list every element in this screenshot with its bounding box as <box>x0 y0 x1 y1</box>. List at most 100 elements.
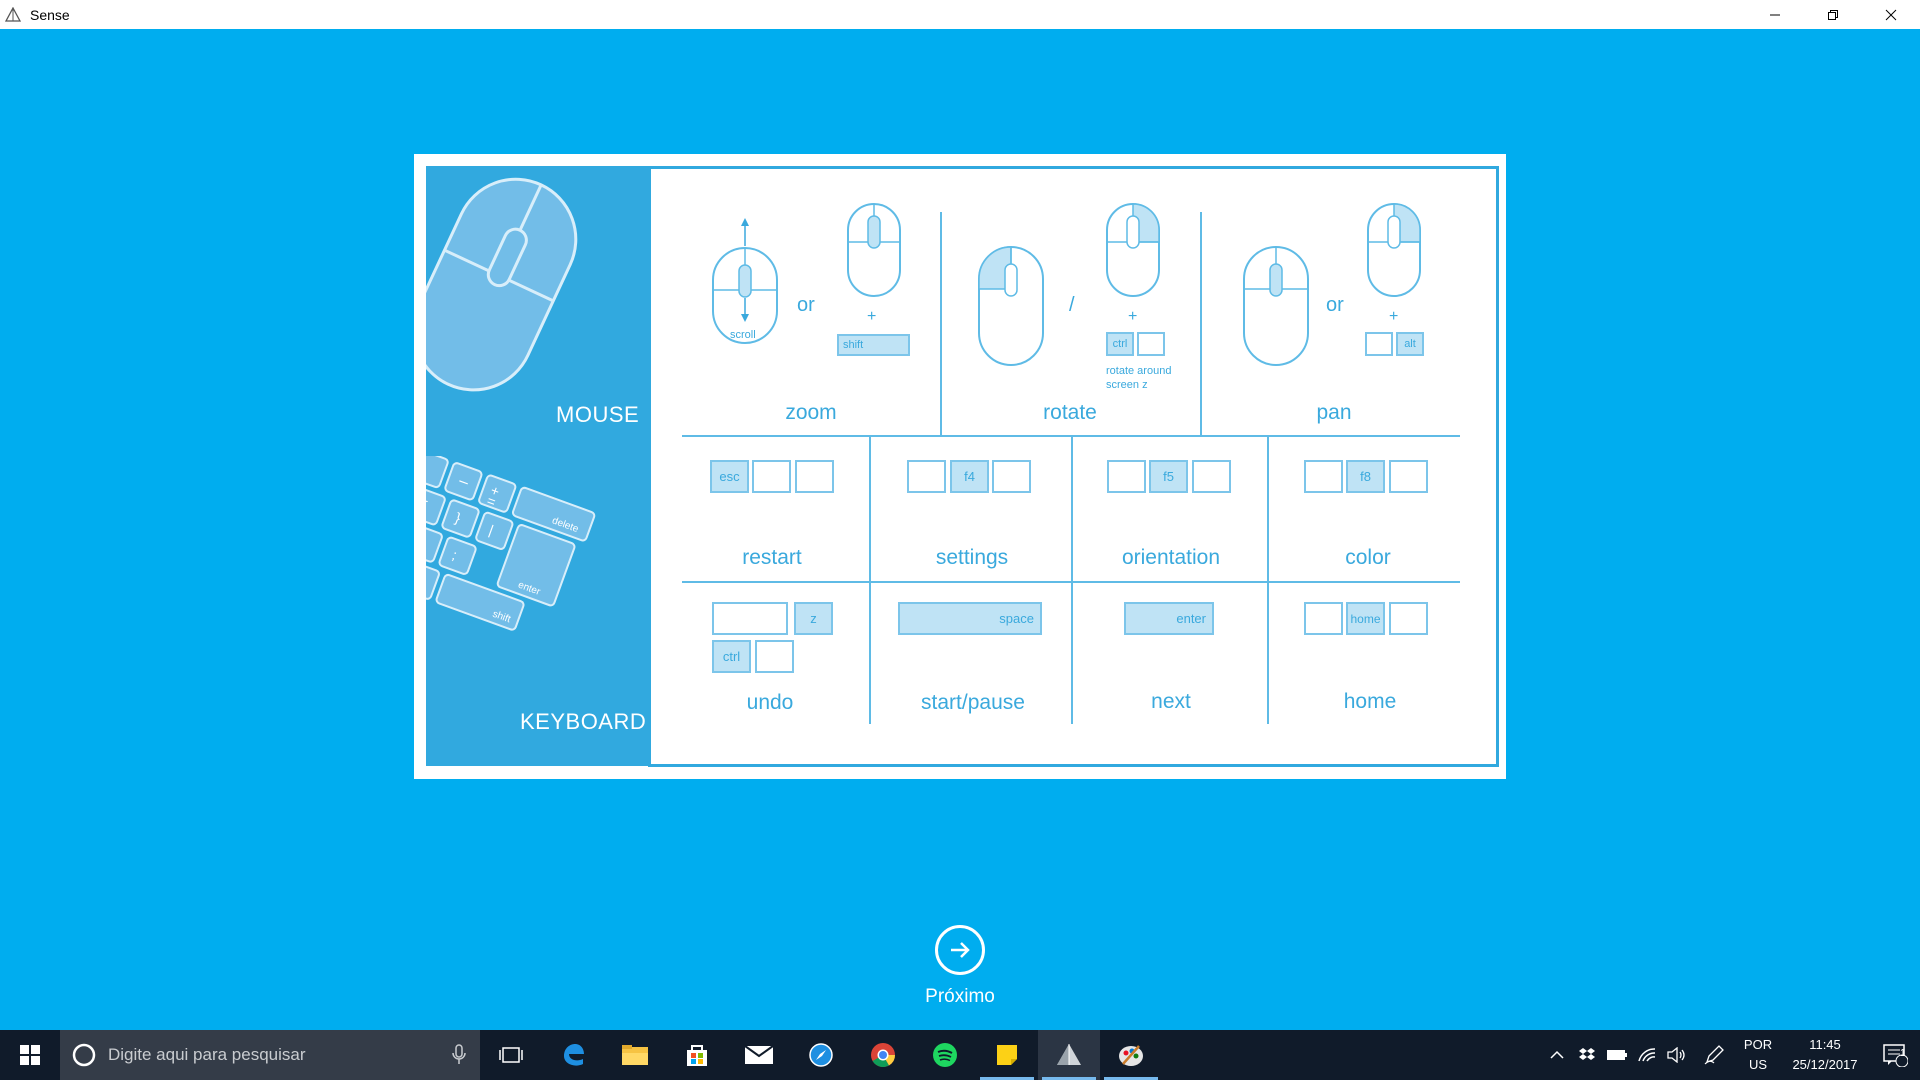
volume-tray[interactable] <box>1662 1030 1692 1080</box>
keyboard-layout: US <box>1748 1057 1768 1072</box>
esc-key: esc <box>710 460 749 493</box>
settings-label: settings <box>935 546 1009 569</box>
enter-key: enter <box>1124 602 1214 635</box>
close-icon <box>1885 9 1897 20</box>
chrome-icon <box>871 1043 895 1068</box>
system-tray: POR US 11:45 25/12/2017 1 <box>1542 1030 1920 1080</box>
start-pause-label: start/pause <box>921 691 1025 714</box>
rotate-plus-text: + <box>1128 308 1138 325</box>
sticky-notes-button[interactable] <box>976 1030 1038 1080</box>
spotify-button[interactable] <box>914 1030 976 1080</box>
sense-taskbar-button[interactable] <box>1038 1030 1100 1080</box>
blank-key <box>1192 460 1231 493</box>
minimize-icon <box>1770 14 1780 15</box>
rotate-separator: / <box>1069 294 1075 316</box>
orientation-label: orientation <box>1121 546 1221 569</box>
blank-key <box>752 460 791 493</box>
browser-button[interactable] <box>790 1030 852 1080</box>
pen-tray[interactable] <box>1692 1030 1736 1080</box>
pan-right-mouse-icon <box>1367 203 1421 297</box>
paint-button[interactable] <box>1100 1030 1162 1080</box>
volume-icon <box>1667 1047 1685 1063</box>
pen-icon <box>1704 1045 1724 1065</box>
edge-button[interactable] <box>542 1030 604 1080</box>
search-placeholder: Digite aqui para pesquisar <box>108 1045 306 1064</box>
language-code: POR <box>1743 1037 1773 1052</box>
pan-label: pan <box>1316 401 1352 424</box>
home-label: home <box>1343 690 1397 713</box>
battery-icon <box>1607 1050 1627 1060</box>
minimize-button[interactable] <box>1746 0 1804 29</box>
sense-app-icon <box>1057 1044 1081 1065</box>
start-button[interactable] <box>0 1030 60 1080</box>
zoom-or-text: or <box>797 294 815 316</box>
spotify-icon <box>933 1043 957 1067</box>
home-key: home <box>1346 602 1385 635</box>
edge-icon <box>564 1044 584 1066</box>
taskbar-search[interactable]: Digite aqui para pesquisar <box>60 1030 480 1080</box>
store-icon <box>687 1045 707 1066</box>
color-label: color <box>1345 546 1391 569</box>
task-view-button[interactable] <box>480 1030 542 1080</box>
clock-time: 11:45 <box>1809 1037 1841 1052</box>
zoom-middle-mouse-icon <box>847 203 901 297</box>
chevron-up-icon <box>1550 1050 1564 1059</box>
f4-key: f4 <box>950 460 989 493</box>
ctrl-key-undo: ctrl <box>712 640 751 673</box>
next-button[interactable] <box>935 925 985 975</box>
close-button[interactable] <box>1862 0 1920 29</box>
z-key: z <box>794 602 833 635</box>
restore-icon <box>1828 9 1838 20</box>
clock[interactable]: 11:45 25/12/2017 <box>1780 1035 1870 1075</box>
title-bar: Sense <box>0 0 1920 29</box>
blank-key <box>1389 602 1428 635</box>
blank-key <box>795 460 834 493</box>
wifi-icon <box>1638 1048 1656 1062</box>
blank-key <box>1107 460 1146 493</box>
show-hidden-icons-button[interactable] <box>1542 1030 1572 1080</box>
mail-button[interactable] <box>728 1030 790 1080</box>
next-label: next <box>1151 690 1191 713</box>
blank-key <box>755 640 794 673</box>
notification-count: 1 <box>1900 1048 1906 1059</box>
ctrl-key-rotate: ctrl <box>1106 332 1134 356</box>
chrome-button[interactable] <box>852 1030 914 1080</box>
action-center-button[interactable]: 1 <box>1870 1030 1920 1080</box>
restore-button[interactable] <box>1804 0 1862 29</box>
controls-card: MOUSE – + = delete { } | enter <box>414 154 1506 779</box>
rotate-right-mouse-icon <box>1106 203 1160 297</box>
shift-key: shift <box>837 334 910 356</box>
compass-icon <box>809 1043 833 1067</box>
clock-date: 25/12/2017 <box>1792 1057 1858 1072</box>
pan-plus-text: + <box>1389 308 1399 325</box>
rotate-label: rotate <box>1043 401 1097 424</box>
taskbar: Digite aqui para pesquisar POR US 11:45 … <box>0 1030 1920 1080</box>
blank-key <box>907 460 946 493</box>
f8-key: f8 <box>1346 460 1385 493</box>
sense-app-icon <box>2 4 24 26</box>
blank-key <box>1389 460 1428 493</box>
pan-middle-mouse-icon <box>1243 246 1309 366</box>
undo-label: undo <box>746 691 794 714</box>
rotate-left-mouse-icon <box>978 246 1044 366</box>
pan-or-text: or <box>1326 294 1344 316</box>
paint-icon <box>1119 1045 1143 1066</box>
next-button-label[interactable]: Próximo <box>900 986 1020 1008</box>
dropbox-tray[interactable] <box>1572 1030 1602 1080</box>
task-view-icon <box>499 1047 523 1063</box>
scroll-text: scroll <box>730 329 756 341</box>
file-explorer-button[interactable] <box>604 1030 666 1080</box>
language-indicator[interactable]: POR US <box>1736 1035 1780 1075</box>
blank-key <box>1304 602 1343 635</box>
file-explorer-icon <box>622 1045 648 1065</box>
network-tray[interactable] <box>1632 1030 1662 1080</box>
cortana-icon <box>72 1043 96 1067</box>
blank-key <box>712 602 788 635</box>
sticky-notes-icon <box>997 1045 1017 1065</box>
store-button[interactable] <box>666 1030 728 1080</box>
microphone-icon[interactable] <box>452 1044 466 1066</box>
space-key: space <box>898 602 1042 635</box>
mail-icon <box>744 1045 774 1064</box>
battery-tray[interactable] <box>1602 1030 1632 1080</box>
zoom-label: zoom <box>785 401 837 424</box>
